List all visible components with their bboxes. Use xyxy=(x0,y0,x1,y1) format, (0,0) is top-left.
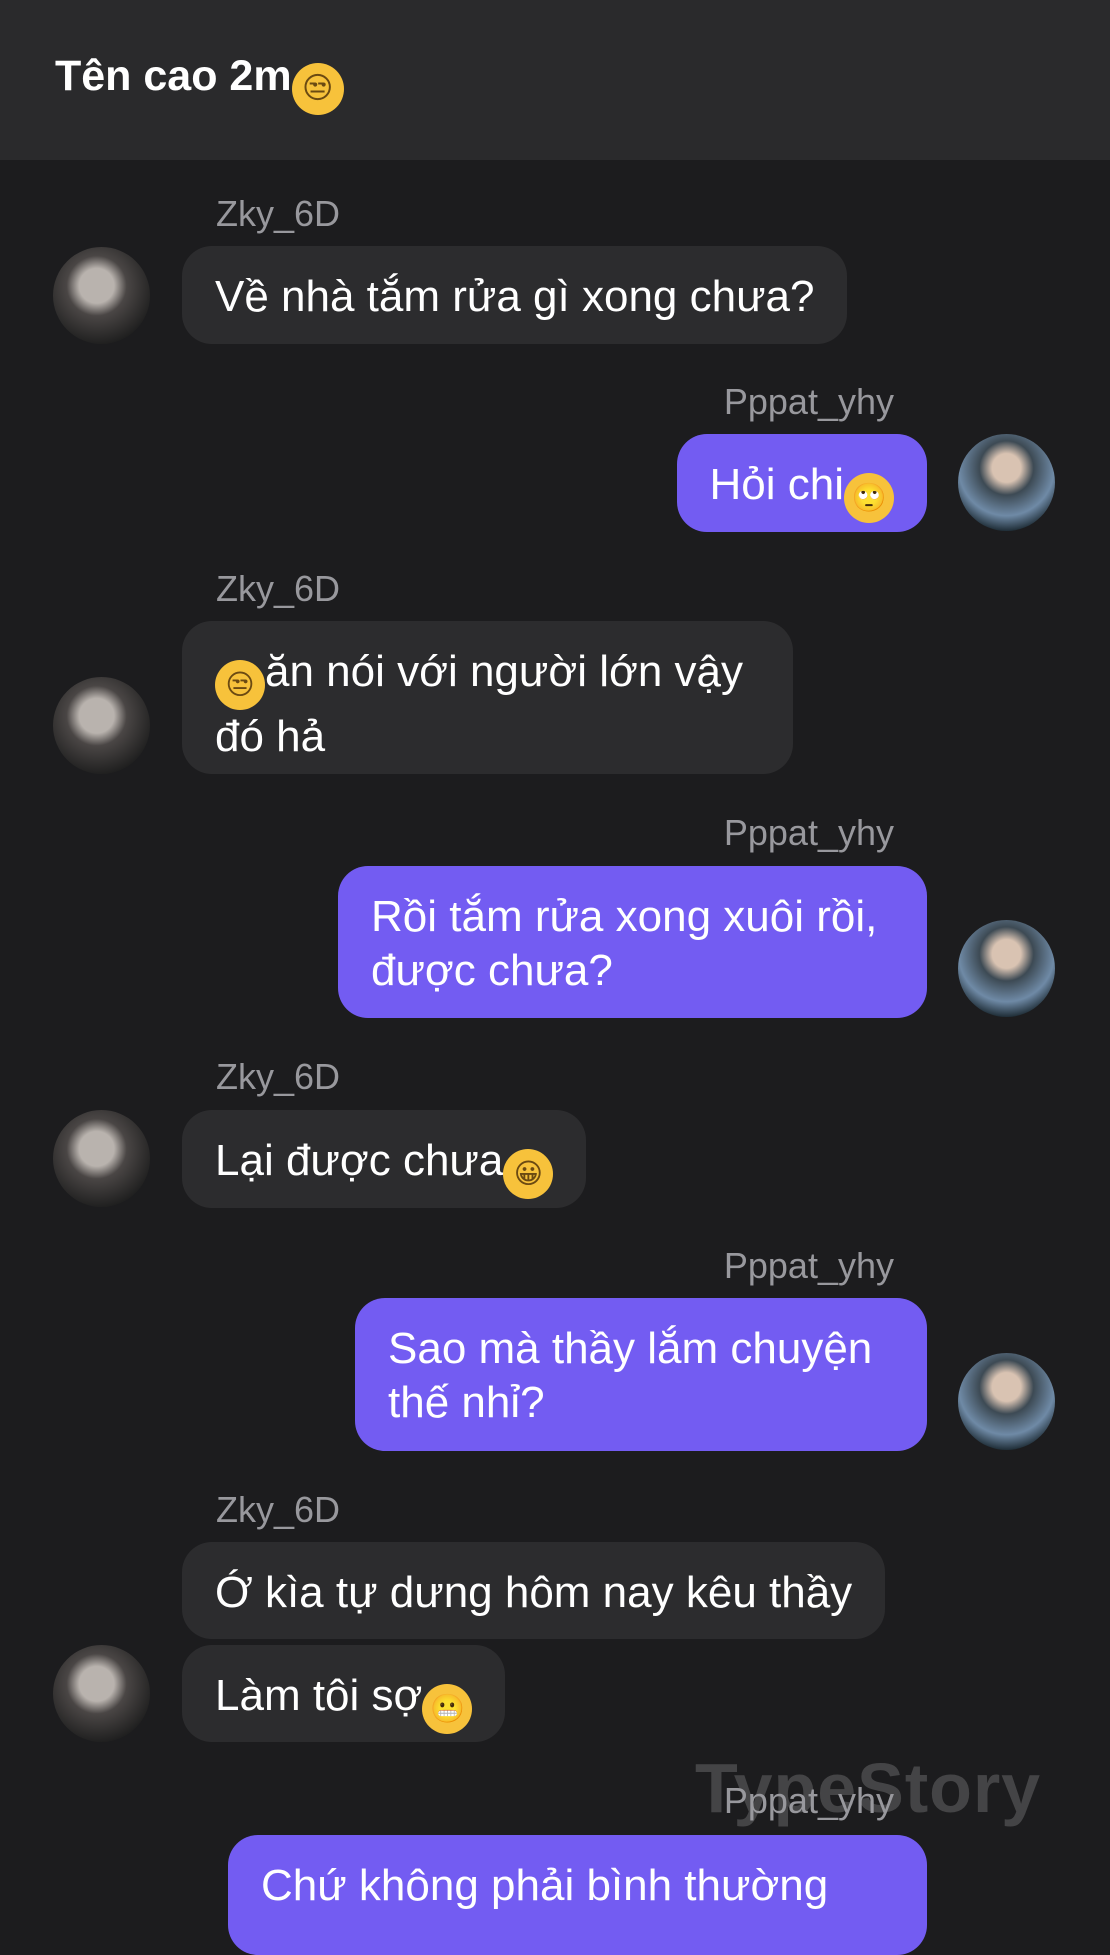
avatar-zky[interactable] xyxy=(53,1110,150,1207)
message-bubble-incoming[interactable]: Làm tôi sợ 😬 xyxy=(182,1645,506,1742)
message-text: Lại được chưa xyxy=(215,1136,504,1185)
message-text: Làm tôi sợ xyxy=(215,1671,423,1720)
message-bubble-incoming[interactable]: Lại được chưa 😀 xyxy=(182,1110,587,1208)
sender-name: Pppat_yhy xyxy=(723,812,894,853)
sender-name: Pppat_yhy xyxy=(723,381,894,422)
message-text-line1: Sao mà thầy lắm chuyện xyxy=(388,1324,873,1373)
unamused-face-icon: 😒 xyxy=(291,63,344,115)
avatar-zky[interactable] xyxy=(53,1645,150,1742)
message-bubble-outgoing[interactable]: Hỏi chi 🙄 xyxy=(676,434,927,532)
message-bubble-outgoing[interactable]: Sao mà thầy lắm chuyện thế nhỉ? xyxy=(355,1298,927,1451)
avatar-zky[interactable] xyxy=(53,247,150,344)
grimacing-face-icon: 😬 xyxy=(422,1684,473,1734)
chat-title-text: Tên cao 2m xyxy=(55,52,292,100)
message-text-line2: thế nhỉ? xyxy=(388,1378,545,1427)
message-text-line2: được chưa? xyxy=(371,946,613,995)
sender-name: Pppat_yhy xyxy=(723,1780,894,1821)
message-text: Hỏi chi xyxy=(709,460,845,509)
grinning-face-icon: 😀 xyxy=(503,1149,554,1199)
avatar-zky[interactable] xyxy=(53,677,150,774)
message-text-line1: Rồi tắm rửa xong xuôi rồi, xyxy=(371,892,878,941)
message-bubble-incoming[interactable]: Về nhà tắm rửa gì xong chưa? xyxy=(182,246,848,344)
chat-header: Tên cao 2m 😒 xyxy=(0,0,1110,160)
message-bubble-incoming[interactable]: 😒 ăn nói với người lớn vậy đó hả xyxy=(182,621,793,774)
unamused-face-icon: 😒 xyxy=(215,660,265,710)
avatar-pppat[interactable] xyxy=(958,920,1055,1017)
avatar-pppat[interactable] xyxy=(958,434,1055,531)
eye-roll-icon: 🙄 xyxy=(844,473,894,523)
message-bubble-outgoing[interactable]: Chứ không phải bình thường xyxy=(228,1835,927,1955)
sender-name: Zky_6D xyxy=(216,1056,341,1097)
message-text-line1: ăn nói với người lớn vậy xyxy=(265,647,744,696)
message-bubble-incoming[interactable]: Ớ kìa tự dưng hôm nay kêu thầy xyxy=(182,1542,886,1639)
avatar-pppat[interactable] xyxy=(958,1353,1055,1450)
sender-name: Pppat_yhy xyxy=(723,1245,894,1286)
message-text: Về nhà tắm rửa gì xong chưa? xyxy=(215,272,815,321)
sender-name: Zky_6D xyxy=(216,1489,341,1530)
message-text: Ớ kìa tự dưng hôm nay kêu thầy xyxy=(215,1568,853,1617)
message-text-line2: đó hả xyxy=(215,712,326,761)
message-text: Chứ không phải bình thường xyxy=(261,1861,829,1910)
chat-title: Tên cao 2m 😒 xyxy=(55,52,344,115)
sender-name: Zky_6D xyxy=(216,568,341,609)
sender-name: Zky_6D xyxy=(216,193,341,234)
message-bubble-outgoing[interactable]: Rồi tắm rửa xong xuôi rồi, được chưa? xyxy=(338,866,927,1018)
